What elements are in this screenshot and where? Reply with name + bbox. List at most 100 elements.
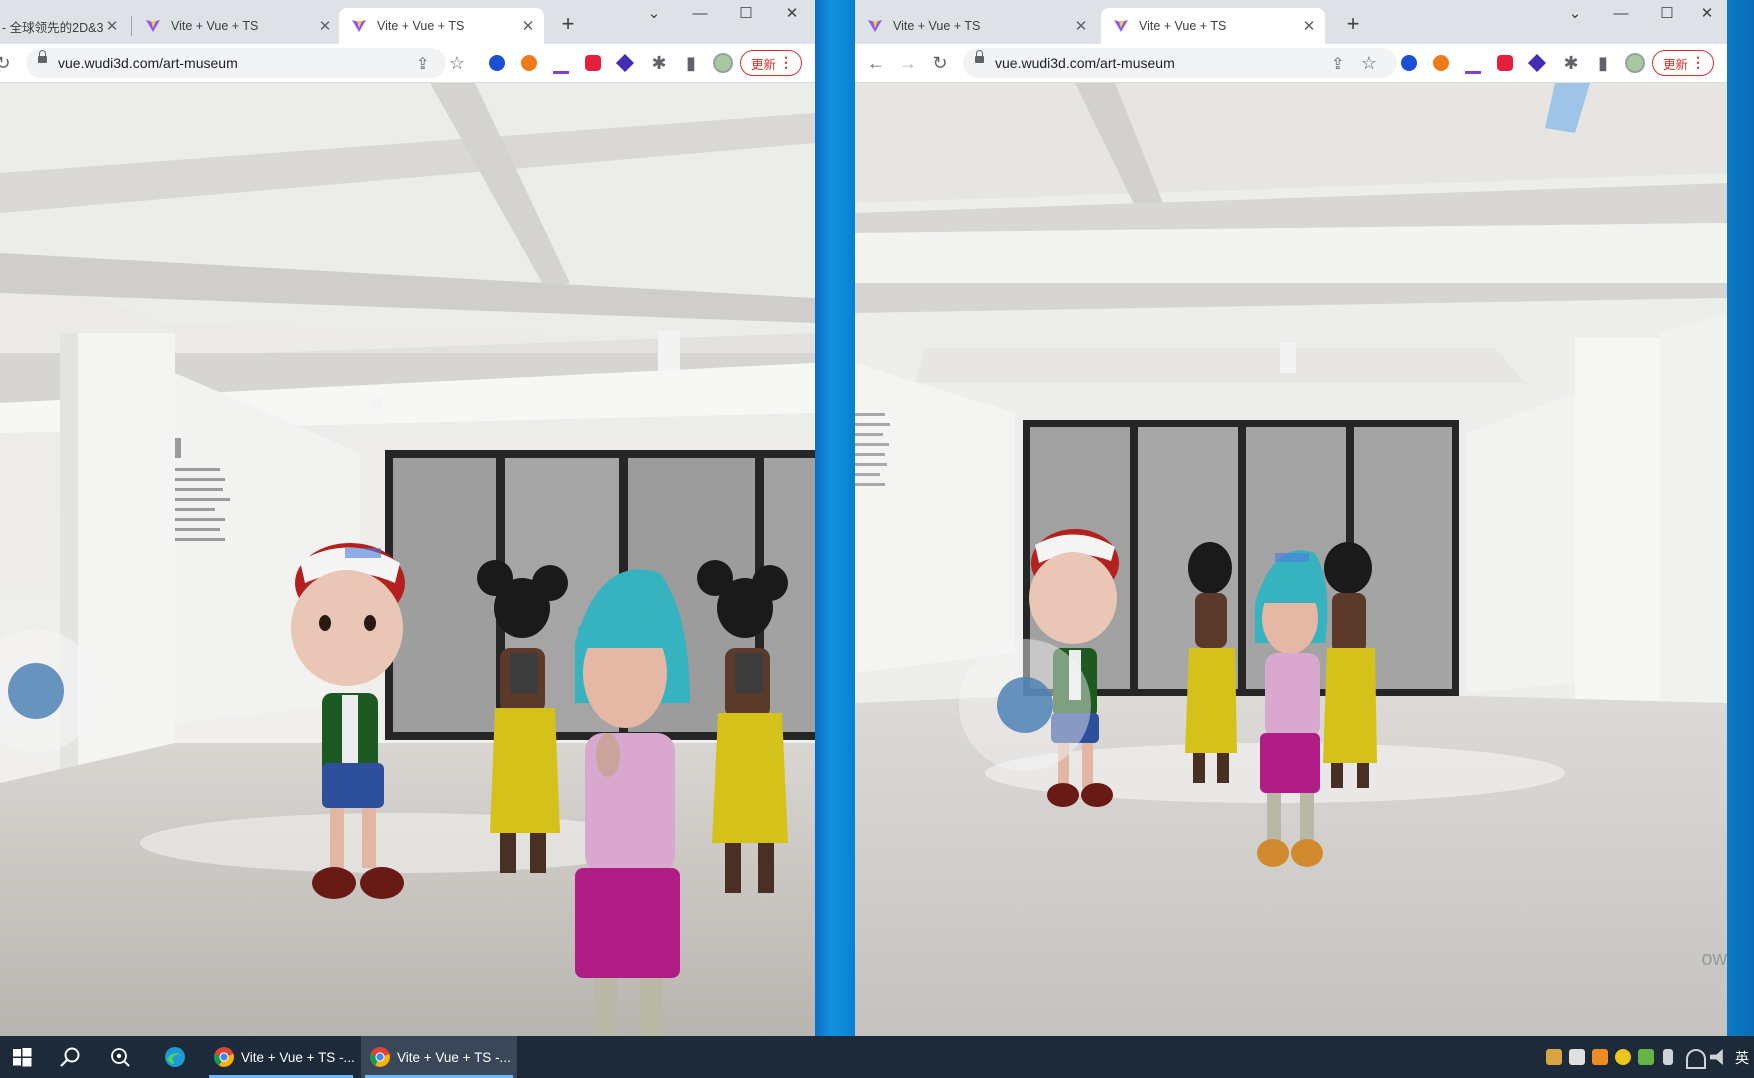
lock-icon <box>38 50 47 63</box>
address-bar[interactable]: vue.wudi3d.com/art-museum ⇪ <box>26 48 446 78</box>
tab-separator <box>131 16 132 36</box>
extension-blue-icon[interactable] <box>1401 55 1417 71</box>
tray-nvidia-icon[interactable] <box>1638 1049 1654 1065</box>
extension-purple-icon[interactable] <box>615 53 635 73</box>
vite-logo-icon <box>351 18 367 34</box>
browser-toolbar: ↻ vue.wudi3d.com/art-museum ⇪ ☆ ✱ ▮ 更新 ⋮ <box>0 44 815 83</box>
update-button[interactable]: 更新 ⋮ <box>740 50 802 76</box>
close-tab-icon[interactable]: ✕ <box>1301 17 1317 35</box>
tab-title: Vite + Vue + TS <box>171 19 259 33</box>
extensions-puzzle-icon[interactable]: ✱ <box>1560 52 1582 74</box>
url-text: vue.wudi3d.com/art-museum <box>58 55 238 71</box>
close-tab-icon[interactable]: ✕ <box>520 17 536 35</box>
vite-logo-icon <box>1113 18 1129 34</box>
taskbar-item-chrome-1[interactable]: Vite + Vue + TS -... <box>205 1036 357 1078</box>
menu-dots-icon: ⋮ <box>1691 54 1705 70</box>
avatar-girl-teal-hair <box>575 569 690 1036</box>
joystick-thumb[interactable] <box>997 677 1053 733</box>
update-button[interactable]: 更新 ⋮ <box>1652 50 1714 76</box>
tab-2-active[interactable]: Vite + Vue + TS ✕ <box>1101 8 1325 44</box>
side-panel-icon[interactable]: ▮ <box>1592 52 1614 74</box>
lock-icon <box>975 50 984 63</box>
task-view-icon[interactable] <box>108 1045 132 1069</box>
new-tab-button[interactable]: + <box>554 12 582 36</box>
update-label: 更新 <box>751 57 777 72</box>
chrome-icon <box>213 1046 235 1068</box>
side-panel-icon[interactable]: ▮ <box>680 52 702 74</box>
minimize-button[interactable]: — <box>1606 4 1636 24</box>
extension-orange-icon[interactable] <box>1433 55 1449 71</box>
tab-title: - 全球领先的2D&3 <box>2 20 104 35</box>
extension-shield-icon[interactable] <box>1497 55 1513 71</box>
new-tab-button[interactable]: + <box>1339 12 1367 36</box>
browser-window-left: - 全球领先的2D&3 ✕ Vite + Vue + TS ✕ Vite + V… <box>0 0 815 1036</box>
art-museum-canvas[interactable]: ow <box>855 83 1727 1036</box>
close-tab-icon[interactable]: ✕ <box>1073 17 1089 35</box>
update-label: 更新 <box>1663 57 1689 72</box>
volume-icon[interactable] <box>1710 1049 1723 1065</box>
menu-dots-icon: ⋮ <box>779 54 793 70</box>
extension-purple-icon[interactable] <box>1527 53 1547 73</box>
share-icon[interactable]: ⇪ <box>1331 54 1344 74</box>
tab-1[interactable]: - 全球领先的2D&3 ✕ <box>0 8 128 44</box>
tab-2[interactable]: Vite + Vue + TS ✕ <box>133 8 341 44</box>
wifi-icon[interactable] <box>1686 1049 1706 1069</box>
bookmark-star-icon[interactable]: ☆ <box>1358 52 1380 74</box>
tray-shield-icon[interactable] <box>1569 1049 1585 1065</box>
tab-strip: Vite + Vue + TS ✕ Vite + Vue + TS ✕ + ⌄ … <box>855 0 1727 44</box>
close-window-button[interactable]: ✕ <box>1692 4 1722 24</box>
windows-taskbar: Vite + Vue + TS -... Vite + Vue + TS -..… <box>0 1036 1754 1078</box>
tray-app-icon[interactable] <box>1546 1049 1562 1065</box>
profile-avatar[interactable] <box>1625 53 1645 73</box>
tab-1[interactable]: Vite + Vue + TS ✕ <box>855 8 1097 44</box>
back-icon[interactable]: ← <box>865 52 887 74</box>
reload-icon[interactable]: ↻ <box>0 52 14 74</box>
webgl-3d-scene[interactable]: ow <box>855 83 1727 1036</box>
forward-icon[interactable]: → <box>897 52 919 74</box>
profile-avatar[interactable] <box>713 53 733 73</box>
close-window-button[interactable]: ✕ <box>777 4 807 24</box>
bookmark-star-icon[interactable]: ☆ <box>446 52 468 74</box>
close-tab-icon[interactable]: ✕ <box>317 17 333 35</box>
tab-strip: - 全球领先的2D&3 ✕ Vite + Vue + TS ✕ Vite + V… <box>0 0 815 44</box>
vite-logo-icon <box>867 18 883 34</box>
tab-3-active[interactable]: Vite + Vue + TS ✕ <box>339 8 544 44</box>
extension-u-icon[interactable] <box>553 55 569 74</box>
taskbar-item-label: Vite + Vue + TS -... <box>241 1049 355 1065</box>
art-museum-canvas[interactable] <box>0 83 815 1036</box>
nametag-label <box>1275 553 1309 562</box>
nametag-label <box>345 548 381 558</box>
taskbar-item-label: Vite + Vue + TS -... <box>397 1049 511 1065</box>
activate-windows-watermark: ow <box>1701 948 1727 970</box>
share-icon[interactable]: ⇪ <box>416 54 429 74</box>
joystick-thumb[interactable] <box>8 663 64 719</box>
minimize-button[interactable]: — <box>685 4 715 24</box>
battery-icon[interactable] <box>1663 1049 1673 1065</box>
extension-blue-icon[interactable] <box>489 55 505 71</box>
tray-app-icon[interactable] <box>1615 1049 1631 1065</box>
taskbar-item-chrome-2[interactable]: Vite + Vue + TS -... <box>361 1036 517 1078</box>
input-method-indicator[interactable]: 英 <box>1735 1048 1749 1068</box>
tab-search-chevron-icon[interactable]: ⌄ <box>1560 4 1590 24</box>
address-bar[interactable]: vue.wudi3d.com/art-museum ⇪ <box>963 48 1397 78</box>
reload-icon[interactable]: ↻ <box>929 52 951 74</box>
tab-title: Vite + Vue + TS <box>377 19 465 33</box>
maximize-button[interactable]: ☐ <box>1652 4 1682 24</box>
extension-u-icon[interactable] <box>1465 55 1481 74</box>
edge-browser-icon[interactable] <box>163 1045 187 1069</box>
windows-start-icon[interactable] <box>10 1045 34 1069</box>
avatar-girl-braids-2 <box>1323 542 1377 788</box>
desktop-background-right <box>1727 0 1754 1036</box>
close-tab-icon[interactable]: ✕ <box>104 17 120 35</box>
tray-app-icon[interactable] <box>1592 1049 1608 1065</box>
maximize-button[interactable]: ☐ <box>731 4 761 24</box>
chrome-icon <box>369 1046 391 1068</box>
search-icon[interactable] <box>58 1045 82 1069</box>
extension-shield-icon[interactable] <box>585 55 601 71</box>
browser-window-right: Vite + Vue + TS ✕ Vite + Vue + TS ✕ + ⌄ … <box>855 0 1727 1036</box>
webgl-3d-scene[interactable] <box>0 83 815 1036</box>
tab-title: Vite + Vue + TS <box>1139 19 1227 33</box>
extensions-puzzle-icon[interactable]: ✱ <box>648 52 670 74</box>
tab-search-chevron-icon[interactable]: ⌄ <box>639 4 669 24</box>
extension-orange-icon[interactable] <box>521 55 537 71</box>
